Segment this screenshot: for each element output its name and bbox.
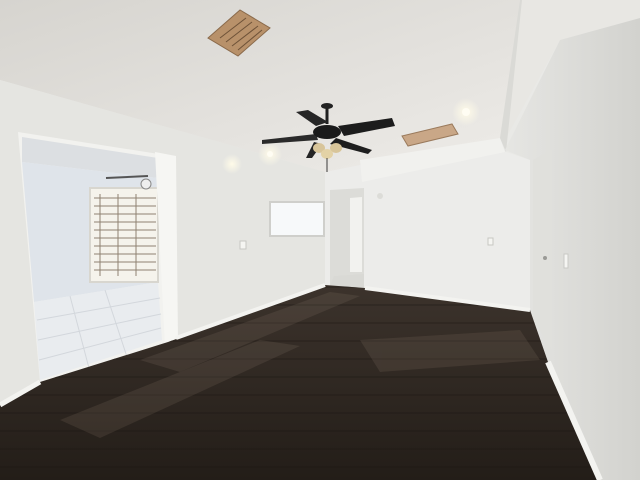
right-doorway: [533, 150, 552, 350]
light-fixture-icon: [222, 154, 242, 174]
door-knob: [543, 256, 547, 260]
wall-outlet: [239, 240, 247, 250]
hallway-far-wall: [350, 197, 362, 272]
empty-room-photo: [0, 0, 640, 480]
room-illustration: [0, 0, 640, 480]
wall-outlet: [487, 237, 494, 246]
thermostat: [377, 193, 383, 199]
pass-through-opening: [269, 201, 325, 237]
light-switch: [563, 253, 569, 269]
